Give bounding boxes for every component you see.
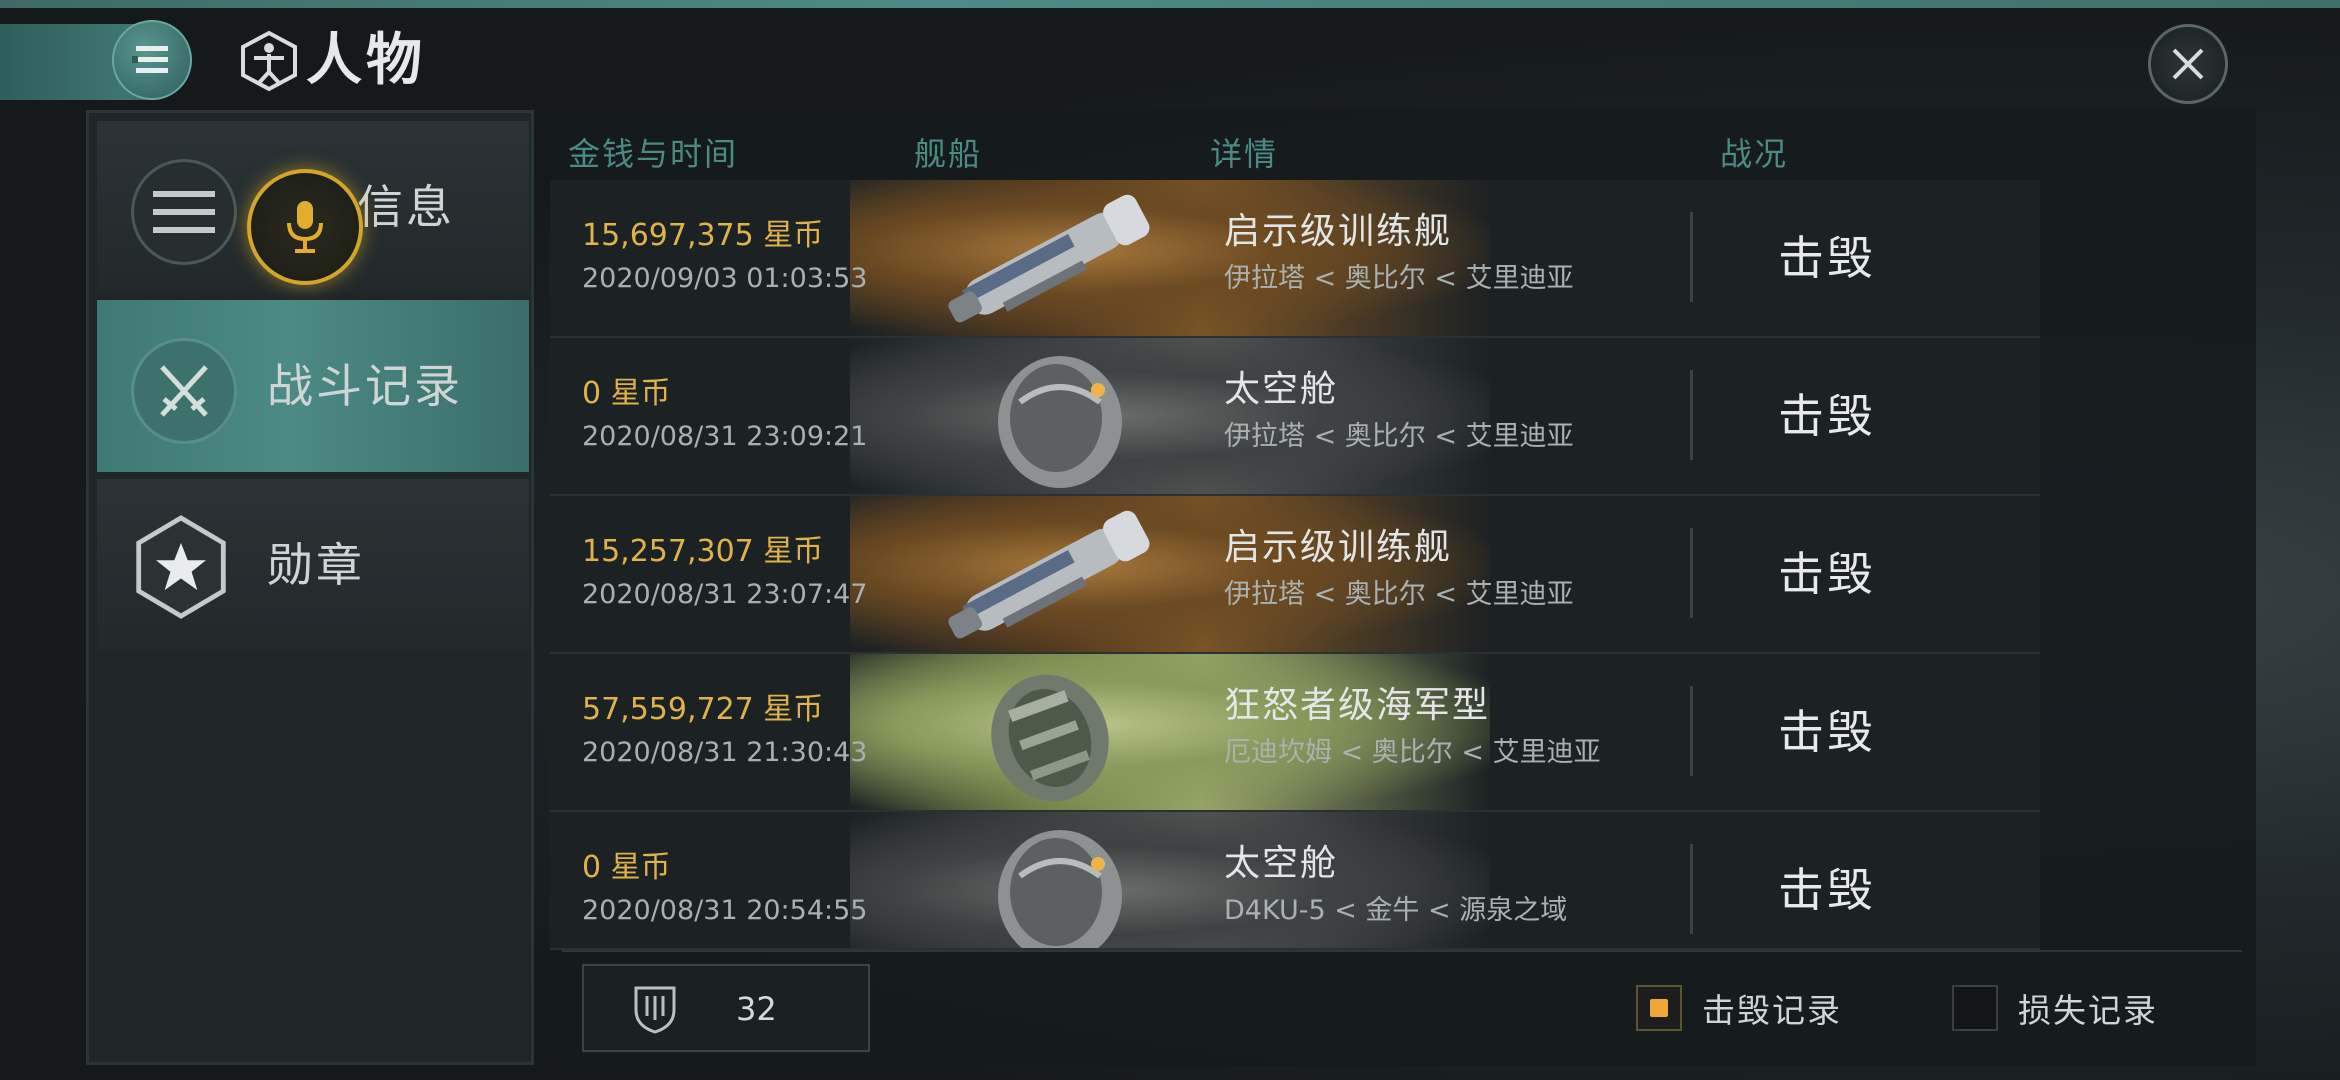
row-divider <box>1690 844 1693 934</box>
kill-count-box: 32 <box>582 964 870 1052</box>
kill-shield-icon <box>634 986 676 1034</box>
footer-divider <box>562 950 2242 952</box>
row-divider <box>1690 212 1693 302</box>
row-date: 2020/08/31 21:30:43 <box>582 737 868 768</box>
row-ship-name: 太空舱 <box>1224 369 1339 410</box>
row-location: D4KU-5 < 金牛 < 源泉之域 <box>1224 895 1568 926</box>
microphone-icon <box>287 201 323 253</box>
row-ship-name: 太空舱 <box>1224 843 1339 884</box>
list-icon <box>153 191 215 233</box>
side-icon-ring <box>131 338 237 444</box>
row-status: 击毁 <box>1778 231 1876 285</box>
row-ship-name: 狂怒者级海军型 <box>1224 685 1491 726</box>
row-divider <box>1690 528 1693 618</box>
sidebar-item-label: 信息 <box>357 180 455 234</box>
star-badge-icon <box>136 515 226 619</box>
ship-image <box>948 510 1150 639</box>
sidebar-item-label: 战斗记录 <box>267 359 463 413</box>
column-header-ship[interactable]: 舰船 <box>914 126 982 182</box>
combat-log-panel: 金钱与时间 舰船 详情 战况 15,697,375 星币 2020/09/03 … <box>550 108 2256 1066</box>
row-amount: 0 星币 <box>582 850 671 885</box>
table-row[interactable]: 15,697,375 星币 2020/09/03 01:03:53 启示级训练舰… <box>550 180 2040 338</box>
row-amount: 15,697,375 星币 <box>582 218 824 253</box>
hamburger-menu-icon <box>132 46 168 73</box>
ship-image <box>998 356 1122 488</box>
column-header-detail[interactable]: 详情 <box>1210 126 1278 182</box>
kill-record-label: 击毁记录 <box>1702 991 1842 1030</box>
character-icon <box>241 30 297 92</box>
table-row[interactable]: 15,257,307 星币 2020/08/31 23:07:47 启示级训练舰… <box>550 496 2040 654</box>
ship-background <box>850 338 1490 494</box>
side-icon-ring <box>131 159 237 265</box>
table-row[interactable]: 0 星币 2020/08/31 23:09:21 太空舱 伊拉塔 < 奥比尔 <… <box>550 338 2040 496</box>
row-amount: 0 星币 <box>582 376 671 411</box>
row-ship-name: 启示级训练舰 <box>1224 527 1453 568</box>
crossed-swords-icon <box>160 365 208 417</box>
row-ship-name: 启示级训练舰 <box>1224 211 1453 252</box>
row-date: 2020/08/31 23:09:21 <box>582 421 868 452</box>
column-header-status[interactable]: 战况 <box>1720 126 1788 182</box>
kill-record-checkbox[interactable] <box>1636 985 1682 1031</box>
row-amount: 57,559,727 星币 <box>582 692 824 727</box>
sidebar-item-label: 勋章 <box>267 538 365 592</box>
loss-record-checkbox[interactable] <box>1952 985 1998 1031</box>
ship-image <box>948 194 1150 323</box>
row-location: 伊拉塔 < 奥比尔 < 艾里迪亚 <box>1224 579 1574 610</box>
ship-background <box>850 654 1490 810</box>
close-button[interactable] <box>2148 24 2228 104</box>
side-icon-ring <box>131 515 231 619</box>
loss-record-label: 损失记录 <box>2018 991 2158 1030</box>
table-row[interactable]: 0 星币 2020/08/31 20:54:55 太空舱 D4KU-5 < 金牛… <box>550 812 2040 950</box>
row-location: 伊拉塔 < 奥比尔 < 艾里迪亚 <box>1224 421 1574 452</box>
ship-image <box>991 674 1109 802</box>
row-status: 击毁 <box>1778 547 1876 601</box>
close-icon <box>2172 48 2204 80</box>
kill-record-toggle[interactable]: 击毁记录 <box>1636 984 1842 1032</box>
checkbox-dot <box>1650 999 1668 1017</box>
kill-count: 32 <box>736 990 777 1028</box>
table-row[interactable]: 57,559,727 星币 2020/08/31 21:30:43 狂怒者级海军… <box>550 654 2040 812</box>
row-date: 2020/09/03 01:03:53 <box>582 263 868 294</box>
sidebar: 信息 战斗记录 勋章 <box>86 110 534 1065</box>
column-header-money-time[interactable]: 金钱与时间 <box>568 126 738 182</box>
sidebar-item-combat-log[interactable]: 战斗记录 <box>97 300 529 472</box>
voice-chat-button[interactable] <box>247 169 363 285</box>
ship-image <box>998 830 1122 948</box>
row-status: 击毁 <box>1778 705 1876 759</box>
row-status: 击毁 <box>1778 863 1876 917</box>
row-date: 2020/08/31 23:07:47 <box>582 579 868 610</box>
row-divider <box>1690 686 1693 776</box>
row-amount: 15,257,307 星币 <box>582 534 824 569</box>
row-location: 伊拉塔 < 奥比尔 < 艾里迪亚 <box>1224 263 1574 294</box>
sidebar-item-medals[interactable]: 勋章 <box>97 479 529 651</box>
loss-record-toggle[interactable]: 损失记录 <box>1952 984 2158 1032</box>
page-title: 人物 <box>306 28 426 93</box>
row-date: 2020/08/31 20:54:55 <box>582 895 868 926</box>
row-status: 击毁 <box>1778 389 1876 443</box>
row-divider <box>1690 370 1693 460</box>
row-location: 厄迪坎姆 < 奥比尔 < 艾里迪亚 <box>1224 737 1601 768</box>
top-accent-line <box>0 0 2340 8</box>
main-menu-button[interactable] <box>112 20 192 100</box>
